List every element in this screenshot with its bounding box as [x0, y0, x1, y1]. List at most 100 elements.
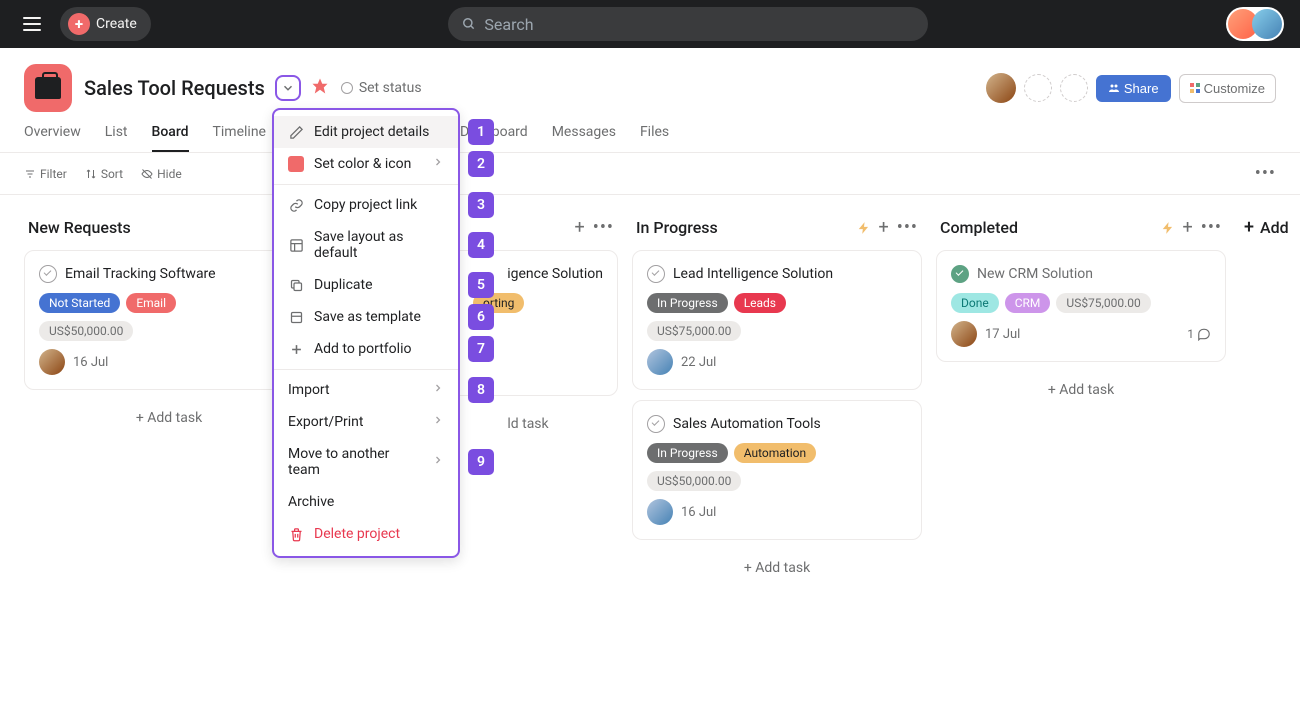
more-options[interactable]: ••• [1255, 163, 1276, 184]
menu-duplicate[interactable]: Duplicate 5 [274, 269, 458, 301]
menu-save-template[interactable]: Save as template 6 [274, 301, 458, 333]
amount-field: US$50,000.00 [39, 321, 133, 341]
tab-board[interactable]: Board [152, 124, 189, 152]
number-badge: 4 [468, 232, 494, 258]
number-badge: 5 [468, 272, 494, 298]
project-icon[interactable] [24, 64, 72, 112]
tab-files[interactable]: Files [640, 124, 669, 152]
color-swatch-icon [288, 156, 304, 172]
menu-archive[interactable]: Archive [274, 486, 458, 518]
menu-delete-project[interactable]: Delete project [274, 518, 458, 550]
category-tag: Email [126, 293, 176, 313]
tab-overview[interactable]: Overview [24, 124, 81, 152]
customize-button[interactable]: Customize [1179, 74, 1276, 103]
filter-button[interactable]: Filter [24, 167, 67, 181]
menu-save-layout[interactable]: Save layout as default 4 [274, 221, 458, 269]
column-more[interactable]: ••• [593, 217, 614, 238]
chevron-right-icon [432, 382, 444, 398]
sort-button[interactable]: Sort [85, 167, 123, 181]
add-section[interactable]: + Add [1240, 211, 1300, 701]
sort-label: Sort [101, 167, 123, 181]
column-more[interactable]: ••• [1201, 217, 1222, 238]
card[interactable]: Sales Automation Tools In Progress Autom… [632, 400, 922, 540]
add-member-slot[interactable] [1060, 74, 1088, 102]
trash-icon [288, 526, 304, 542]
card[interactable]: New CRM Solution Done CRM US$75,000.00 1… [936, 250, 1226, 362]
board: New Requests + Email Tracking Software N… [0, 195, 1300, 717]
add-card-button[interactable]: + [575, 217, 585, 238]
assignee-avatar[interactable] [951, 321, 977, 347]
grid-icon [1190, 83, 1200, 93]
add-task-button[interactable]: + Add task [936, 372, 1226, 408]
number-badge: 1 [468, 119, 494, 145]
bolt-icon[interactable] [857, 221, 871, 235]
menu-move-team[interactable]: Move to another team 9 [274, 438, 458, 486]
template-icon [288, 309, 304, 325]
hide-icon [141, 168, 153, 180]
add-task-button[interactable]: + Add task [24, 400, 314, 436]
assignee-avatar[interactable] [39, 349, 65, 375]
add-member-slot[interactable] [1024, 74, 1052, 102]
card[interactable]: Lead Intelligence Solution In Progress L… [632, 250, 922, 390]
search-input[interactable]: Search [448, 7, 928, 41]
briefcase-icon [35, 77, 61, 99]
card-title: Email Tracking Software [65, 266, 216, 282]
complete-checkbox[interactable] [647, 265, 665, 283]
menu-edit-details[interactable]: Edit project details 1 [274, 116, 458, 148]
link-icon [288, 197, 304, 213]
category-tag: Automation [734, 443, 816, 463]
hamburger-menu[interactable] [16, 8, 48, 40]
complete-checkbox[interactable] [647, 415, 665, 433]
project-title: Sales Tool Requests [84, 76, 265, 100]
hide-button[interactable]: Hide [141, 167, 182, 181]
card-title: Sales Automation Tools [673, 416, 821, 432]
create-button[interactable]: + Create [60, 7, 151, 41]
add-card-button[interactable]: + [1183, 217, 1193, 238]
avatar [1252, 9, 1282, 39]
menu-copy-link[interactable]: Copy project link 3 [274, 189, 458, 221]
number-badge: 9 [468, 449, 494, 475]
chevron-right-icon [432, 156, 444, 172]
layout-icon [288, 237, 304, 253]
menu-add-portfolio[interactable]: Add to portfolio 7 [274, 333, 458, 365]
tabs: Overview List Board Timeline Dashboard M… [0, 112, 1300, 153]
avatar-group[interactable] [1226, 7, 1284, 41]
chevron-down-icon [281, 81, 295, 95]
sort-icon [85, 168, 97, 180]
chevron-right-icon [432, 414, 444, 430]
tab-timeline[interactable]: Timeline [213, 124, 266, 152]
tab-list[interactable]: List [105, 124, 128, 152]
due-date: 22 Jul [681, 355, 716, 370]
project-menu-trigger[interactable] [277, 77, 299, 99]
category-tag: CRM [1005, 293, 1051, 313]
card[interactable]: Email Tracking Software Not Started Emai… [24, 250, 314, 390]
hide-label: Hide [157, 167, 182, 181]
duplicate-icon [288, 277, 304, 293]
tab-messages[interactable]: Messages [552, 124, 616, 152]
comment-count[interactable]: 1 [1187, 327, 1211, 341]
complete-checkbox[interactable] [39, 265, 57, 283]
column-title: In Progress [636, 218, 849, 237]
project-header: Sales Tool Requests Set status Share Cus… [0, 48, 1300, 112]
add-task-button[interactable]: + Add task [632, 550, 922, 586]
comment-icon [1197, 327, 1211, 341]
search-placeholder: Search [484, 15, 533, 34]
add-card-button[interactable]: + [879, 217, 889, 238]
customize-label: Customize [1204, 81, 1265, 96]
column-more[interactable]: ••• [897, 217, 918, 238]
share-button[interactable]: Share [1096, 75, 1171, 102]
member-avatar[interactable] [986, 73, 1016, 103]
bolt-icon[interactable] [1161, 221, 1175, 235]
assignee-avatar[interactable] [647, 499, 673, 525]
star-button[interactable] [311, 77, 329, 99]
complete-checkbox[interactable] [951, 265, 969, 283]
set-status-button[interactable]: Set status [341, 80, 422, 96]
due-date: 17 Jul [985, 327, 1020, 342]
number-badge: 2 [468, 151, 494, 177]
number-badge: 6 [468, 304, 494, 330]
column-new-requests: New Requests + Email Tracking Software N… [24, 211, 314, 701]
assignee-avatar[interactable] [647, 349, 673, 375]
menu-import[interactable]: Import 8 [274, 374, 458, 406]
menu-set-color[interactable]: Set color & icon 2 [274, 148, 458, 180]
menu-export[interactable]: Export/Print [274, 406, 458, 438]
